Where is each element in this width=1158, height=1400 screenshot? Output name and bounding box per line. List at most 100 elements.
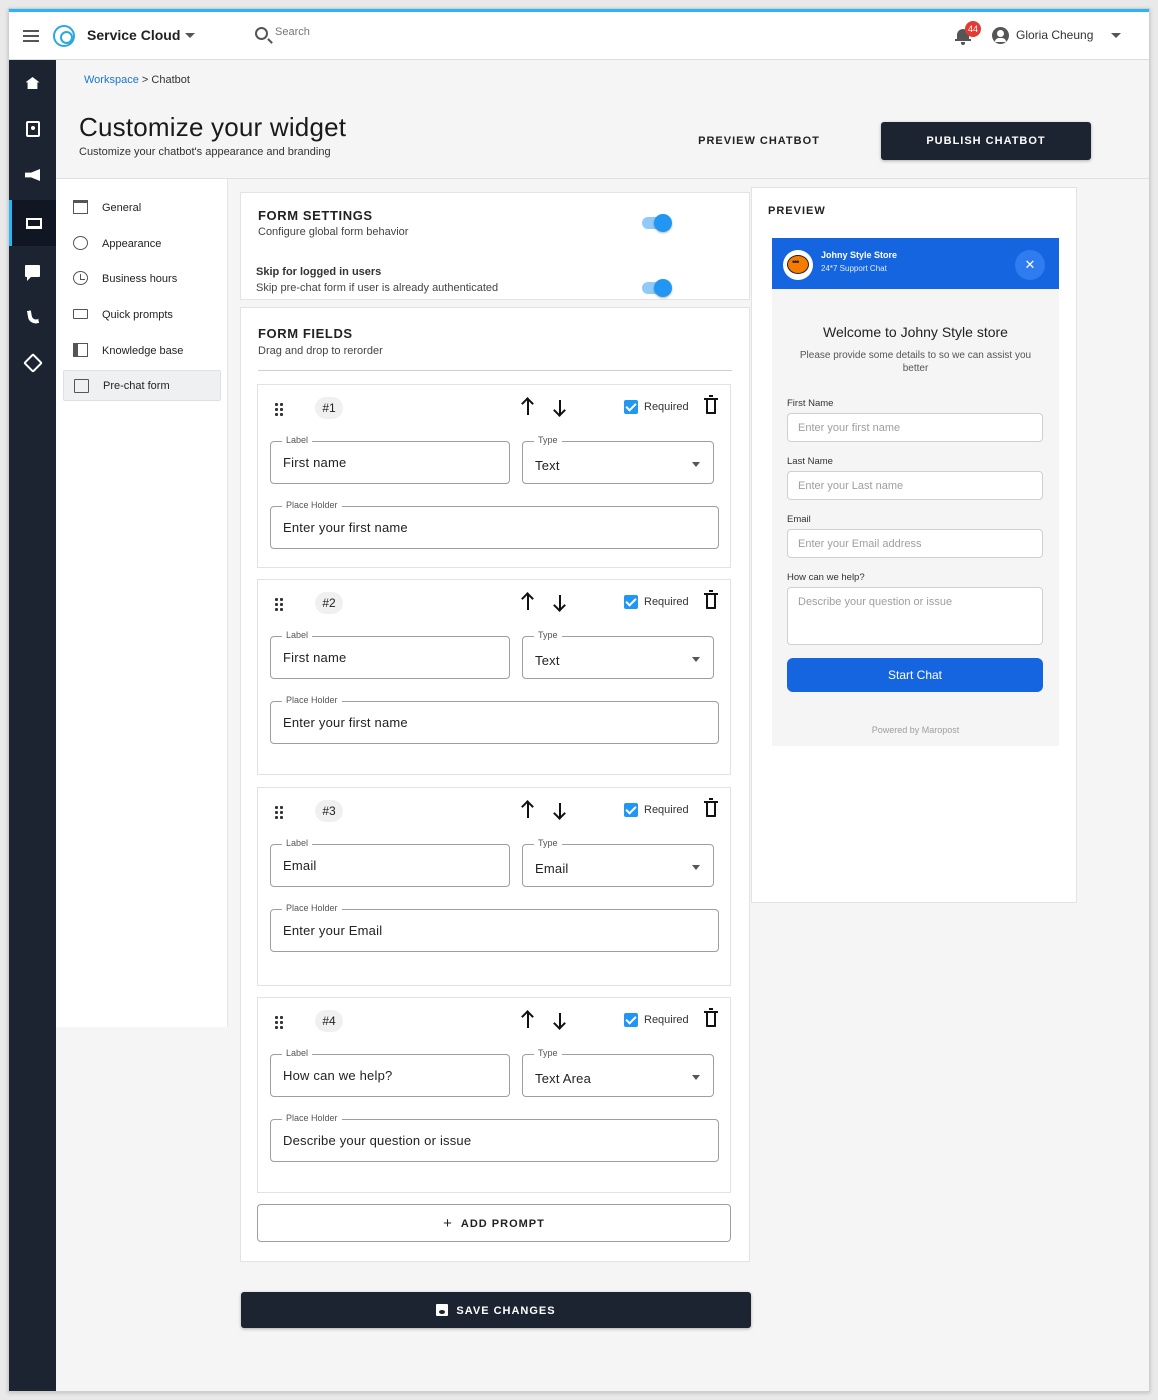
sidebar-item-contacts[interactable] xyxy=(9,106,56,152)
chevron-down-icon[interactable] xyxy=(1111,33,1121,38)
menu-item-label: Appearance xyxy=(102,237,162,250)
drag-handle-icon[interactable] xyxy=(274,805,284,819)
delete-icon[interactable] xyxy=(704,798,718,817)
breadcrumb-workspace-link[interactable]: Workspace xyxy=(84,74,139,86)
notification-badge: 44 xyxy=(965,21,982,37)
save-changes-button[interactable]: SAVE CHANGES xyxy=(241,1292,751,1328)
widget-field-label: Last Name xyxy=(787,456,833,467)
label-field[interactable]: Label Email xyxy=(270,838,510,887)
type-select[interactable]: Type Text Area xyxy=(522,1048,714,1097)
placeholder-caption: Place Holder xyxy=(282,903,342,913)
type-select[interactable]: Type Email xyxy=(522,838,714,887)
arrow-down-icon[interactable] xyxy=(554,1011,566,1029)
label-caption: Label xyxy=(282,1048,313,1058)
laptop-icon xyxy=(26,217,42,229)
required-label: Required xyxy=(644,804,689,816)
save-changes-label: SAVE CHANGES xyxy=(456,1304,556,1317)
account-icon[interactable] xyxy=(992,27,1009,44)
app-name[interactable]: Service Cloud xyxy=(87,27,180,43)
drag-handle-icon[interactable] xyxy=(274,1015,284,1029)
widget-last-name-input[interactable]: Enter your Last name xyxy=(787,471,1043,500)
book-icon xyxy=(73,343,88,357)
form-field-card: #4 Required Label How can we help? Type Te… xyxy=(257,997,731,1193)
arrow-down-icon[interactable] xyxy=(554,801,566,819)
required-checkbox[interactable] xyxy=(624,803,638,817)
delete-icon[interactable] xyxy=(704,395,718,414)
delete-icon[interactable] xyxy=(704,1008,718,1027)
required-checkbox[interactable] xyxy=(624,400,638,414)
placeholder-field[interactable]: Place Holder Enter your Email xyxy=(270,903,719,952)
add-prompt-button[interactable]: + ADD PROMPT xyxy=(257,1204,731,1242)
drag-handle-icon[interactable] xyxy=(274,402,284,416)
menu-item-general[interactable]: General xyxy=(63,192,221,223)
sidebar-item-calls[interactable] xyxy=(9,294,56,340)
arrow-up-icon[interactable] xyxy=(522,593,534,611)
arrow-up-icon[interactable] xyxy=(522,1011,534,1029)
start-chat-button[interactable]: Start Chat xyxy=(787,658,1043,692)
label-field[interactable]: Label How can we help? xyxy=(270,1048,510,1097)
placeholder-field[interactable]: Place Holder Describe your question or is… xyxy=(270,1113,719,1162)
label-value: Email xyxy=(283,858,317,873)
chat-icon xyxy=(25,265,40,281)
chat-widget: Johny Style Store 24*7 Support Chat ✕ We… xyxy=(772,238,1059,746)
arrow-up-icon[interactable] xyxy=(522,398,534,416)
required-label: Required xyxy=(644,596,689,608)
form-enabled-toggle[interactable] xyxy=(642,214,672,232)
form-icon xyxy=(74,379,89,393)
search-input[interactable] xyxy=(275,26,475,38)
arrow-down-icon[interactable] xyxy=(554,398,566,416)
sidebar-item-conversations[interactable] xyxy=(9,248,56,294)
type-caption: Type xyxy=(534,838,562,848)
label-field[interactable]: Label First name xyxy=(270,630,510,679)
menu-item-knowledge-base[interactable]: Knowledge base xyxy=(63,335,221,366)
search-icon xyxy=(255,27,268,40)
type-select[interactable]: Type Text xyxy=(522,435,714,484)
building-icon xyxy=(73,200,88,214)
widget-first-name-input[interactable]: Enter your first name xyxy=(787,413,1043,442)
widget-description: Please provide some details to so we can… xyxy=(799,350,1032,374)
puzzle-icon xyxy=(22,353,43,373)
type-value: Text xyxy=(535,653,560,668)
menu-item-appearance[interactable]: Appearance xyxy=(63,228,221,259)
menu-item-business-hours[interactable]: Business hours xyxy=(63,263,221,294)
label-field[interactable]: Label First name xyxy=(270,435,510,484)
powered-by: Powered by Maropost xyxy=(871,725,960,735)
menu-item-pre-chat-form[interactable]: Pre-chat form xyxy=(63,370,221,401)
form-settings-panel: FORM SETTINGS Configure global form beha… xyxy=(240,192,750,300)
form-settings-subtitle: Configure global form behavior xyxy=(258,226,409,238)
clock-icon xyxy=(73,271,88,285)
placeholder-field[interactable]: Place Holder Enter your first name xyxy=(270,500,719,549)
preview-chatbot-button[interactable]: PREVIEW CHATBOT xyxy=(677,122,841,160)
form-fields-title: FORM FIELDS xyxy=(258,326,353,341)
widget-header: Johny Style Store 24*7 Support Chat ✕ xyxy=(772,238,1059,289)
sidebar-item-chatbot[interactable] xyxy=(9,200,56,246)
required-checkbox[interactable] xyxy=(624,595,638,609)
required-checkbox[interactable] xyxy=(624,1013,638,1027)
menu-item-quick-prompts[interactable]: Quick prompts xyxy=(63,299,221,330)
sidebar-item-integrations[interactable] xyxy=(9,340,56,386)
user-name[interactable]: Gloria Cheung xyxy=(1016,28,1093,42)
widget-help-textarea[interactable]: Describe your question or issue xyxy=(787,587,1043,645)
sidebar-item-home[interactable] xyxy=(9,60,56,106)
preview-panel: PREVIEW Johny Style Store 24*7 Support C… xyxy=(751,187,1077,903)
chevron-down-icon[interactable] xyxy=(185,33,195,38)
sidebar-item-campaigns[interactable] xyxy=(9,152,56,198)
publish-chatbot-button[interactable]: PUBLISH CHATBOT xyxy=(881,122,1091,160)
field-index: #3 xyxy=(315,800,343,822)
menu-icon[interactable] xyxy=(23,30,39,42)
skip-logged-in-toggle[interactable] xyxy=(642,279,672,297)
widget-email-input[interactable]: Enter your Email address xyxy=(787,529,1043,558)
placeholder-field[interactable]: Place Holder Enter your first name xyxy=(270,695,719,744)
type-select[interactable]: Type Text xyxy=(522,630,714,679)
arrow-down-icon[interactable] xyxy=(554,593,566,611)
add-prompt-label: ADD PROMPT xyxy=(460,1217,545,1230)
divider xyxy=(258,370,732,371)
delete-icon[interactable] xyxy=(704,590,718,609)
plus-icon: + xyxy=(443,1214,453,1232)
page-subtitle: Customize your chatbot's appearance and … xyxy=(79,146,331,158)
dropdown-arrow-icon xyxy=(692,657,700,662)
close-icon[interactable]: ✕ xyxy=(1015,250,1045,280)
drag-handle-icon[interactable] xyxy=(274,597,284,611)
arrow-up-icon[interactable] xyxy=(522,801,534,819)
label-caption: Label xyxy=(282,630,313,640)
